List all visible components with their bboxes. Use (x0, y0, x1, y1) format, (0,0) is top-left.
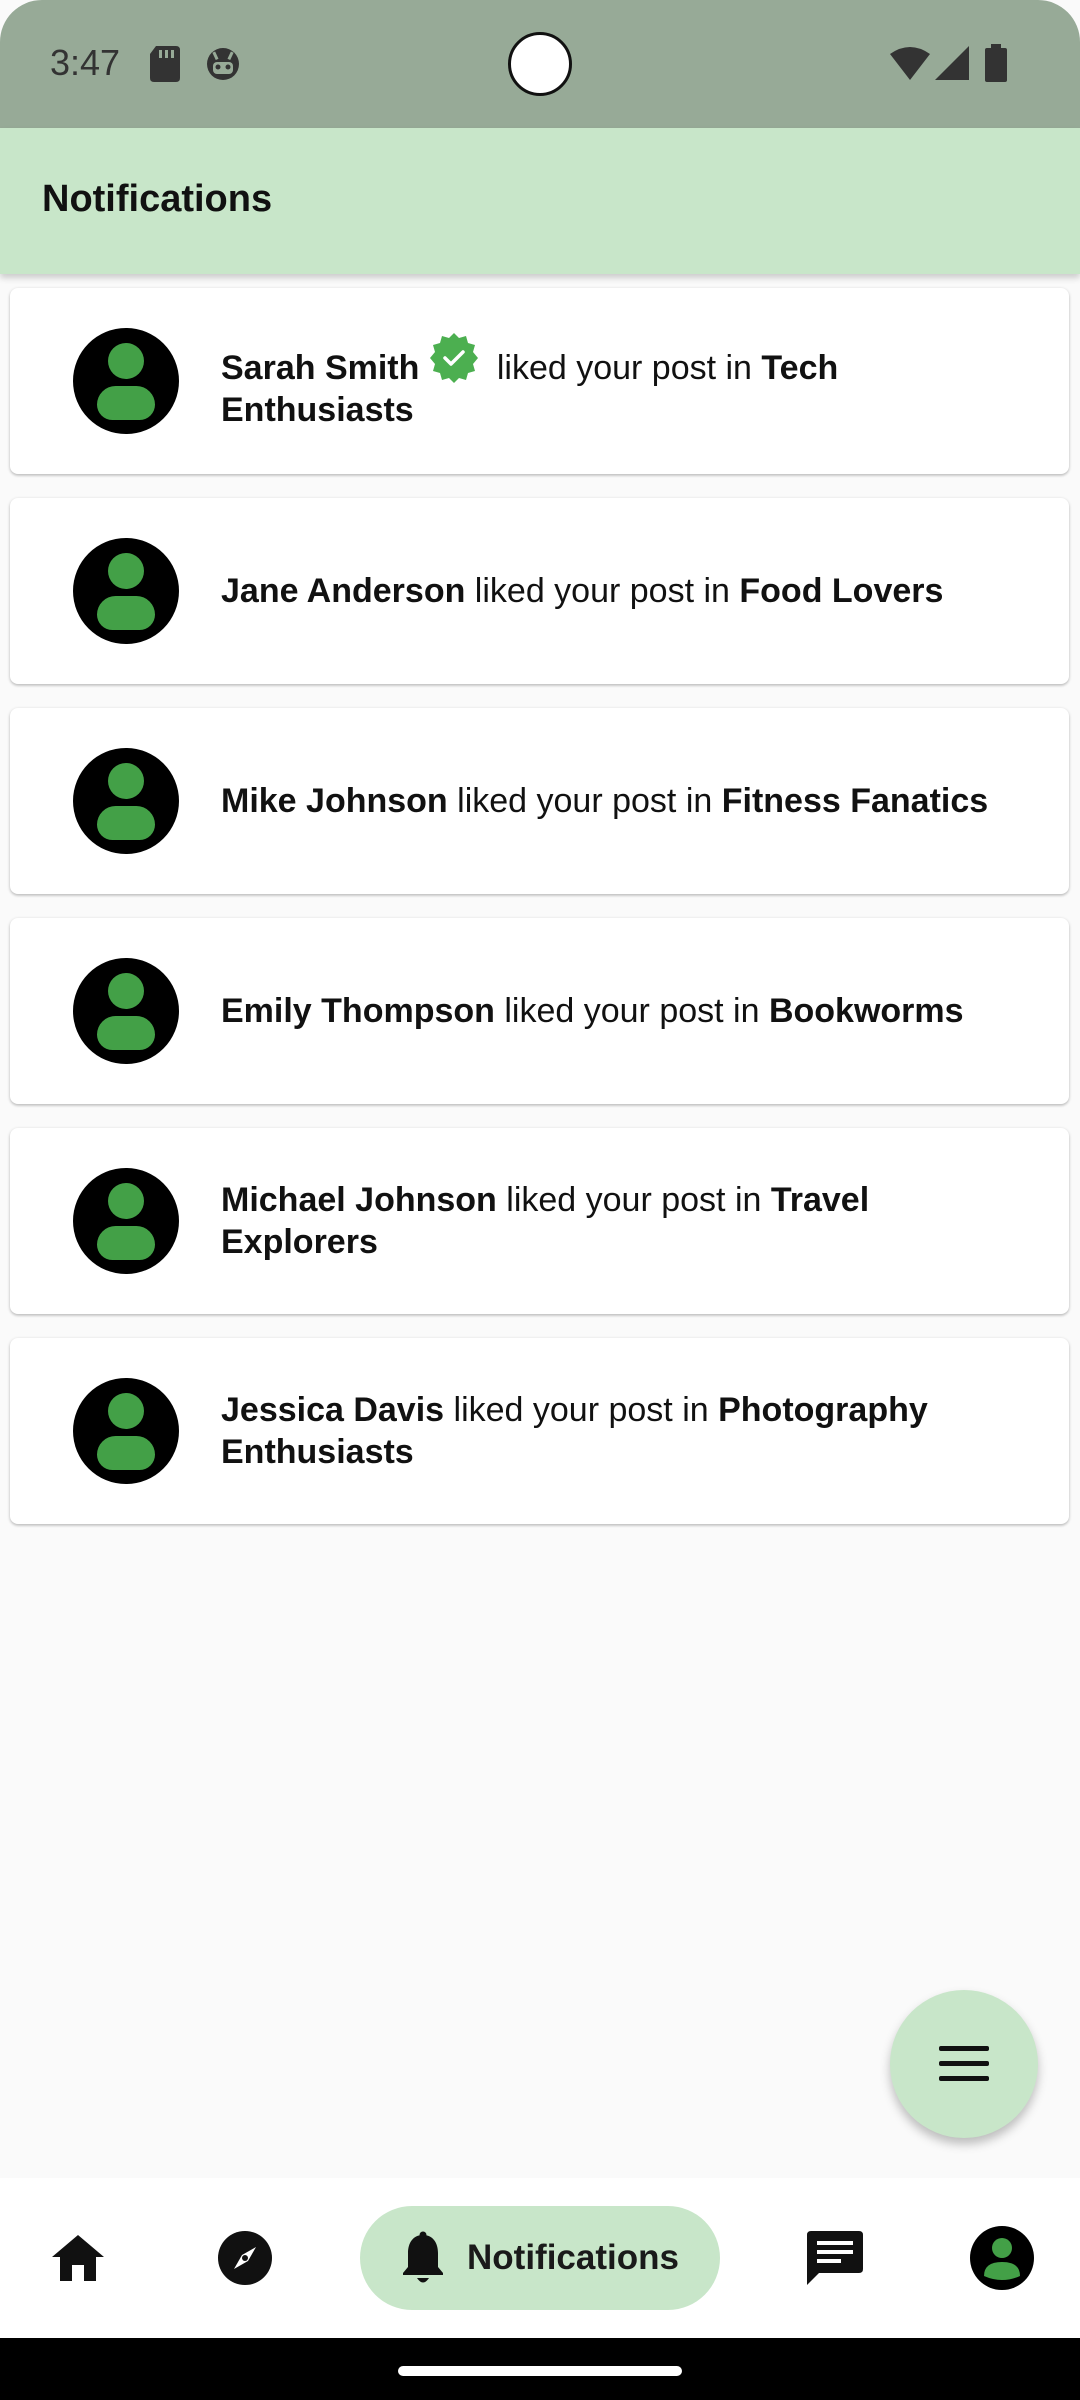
explore-compass-icon (218, 2231, 272, 2285)
bottom-navigation: Notifications (0, 2178, 1080, 2338)
avatar[interactable] (73, 1378, 179, 1484)
battery-icon (985, 44, 1007, 87)
nav-notifications-label: Notifications (467, 2238, 679, 2277)
chat-icon (807, 2231, 863, 2285)
notification-text: Mike Johnson liked your post in Fitness … (221, 782, 989, 820)
wifi-icon (890, 46, 930, 85)
user-name[interactable]: Jessica Davis (221, 1391, 444, 1429)
notification-card[interactable]: Jessica Davis liked your post in Photogr… (10, 1338, 1069, 1524)
avatar[interactable] (73, 748, 179, 854)
notification-text: Emily Thompson liked your post in Bookwo… (221, 992, 964, 1030)
cellular-signal-icon (935, 46, 969, 85)
system-gesture-bar (0, 2338, 1080, 2400)
notification-card[interactable]: Sarah Smith liked your post in Tech Enth… (10, 288, 1069, 474)
group-name[interactable]: Bookworms (769, 992, 964, 1030)
menu-icon (939, 2046, 989, 2081)
home-icon (52, 2235, 104, 2281)
bell-icon (403, 2231, 444, 2283)
avatar[interactable] (73, 1168, 179, 1274)
nav-profile[interactable] (952, 2178, 1052, 2338)
notification-text: Michael Johnson liked your post in Trave… (221, 1181, 870, 1261)
nav-messages[interactable] (785, 2178, 885, 2338)
avatar[interactable] (73, 538, 179, 644)
status-time: 3:47 (50, 42, 121, 83)
group-name[interactable]: Food Lovers (739, 572, 943, 610)
sd-card-icon (150, 46, 180, 87)
app-bar: Notifications (0, 128, 1080, 274)
user-name[interactable]: Jane Anderson (221, 572, 465, 610)
user-name[interactable]: Michael Johnson (221, 1181, 497, 1219)
notification-text: Jane Anderson liked your post in Food Lo… (221, 572, 944, 610)
group-name[interactable]: Fitness Fanatics (722, 782, 988, 820)
notification-text: Jessica Davis liked your post in Photogr… (221, 1391, 928, 1471)
avatar[interactable] (73, 958, 179, 1064)
notification-card[interactable]: Emily Thompson liked your post in Bookwo… (10, 918, 1069, 1104)
camera-cutout (508, 32, 572, 96)
notification-text: Sarah Smith liked your post in Tech Enth… (221, 288, 1009, 474)
avatar[interactable] (73, 328, 179, 434)
home-gesture-handle[interactable] (398, 2366, 682, 2376)
menu-fab-button[interactable] (890, 1990, 1038, 2138)
profile-avatar-icon (970, 2226, 1034, 2290)
notification-card[interactable]: Jane Anderson liked your post in Food Lo… (10, 498, 1069, 684)
user-name[interactable]: Sarah Smith (221, 349, 419, 387)
notification-card[interactable]: Mike Johnson liked your post in Fitness … (10, 708, 1069, 894)
nav-notifications[interactable]: Notifications (360, 2206, 720, 2310)
verified-badge-icon (430, 333, 479, 383)
user-name[interactable]: Emily Thompson (221, 992, 495, 1030)
user-name[interactable]: Mike Johnson (221, 782, 448, 820)
nav-explore[interactable] (195, 2178, 295, 2338)
nav-home[interactable] (28, 2178, 128, 2338)
status-bar: 3:47 (0, 0, 1080, 128)
page-title: Notifications (42, 178, 273, 220)
android-debug-icon (205, 46, 241, 87)
notification-card[interactable]: Michael Johnson liked your post in Trave… (10, 1128, 1069, 1314)
